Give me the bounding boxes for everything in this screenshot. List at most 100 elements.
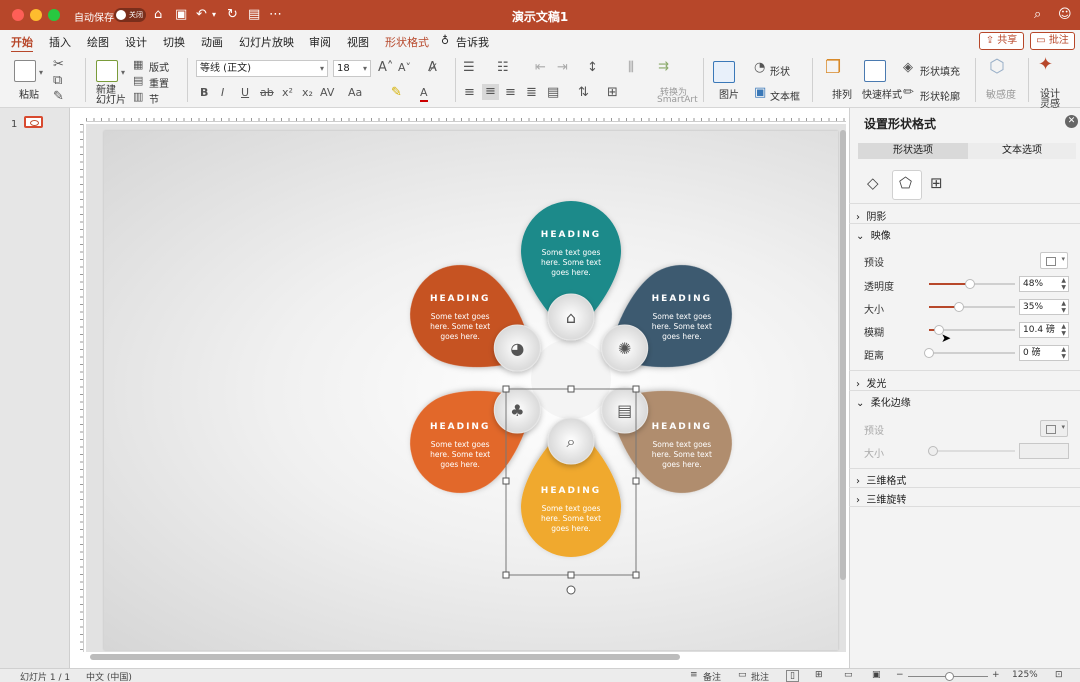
redo-icon[interactable]: ↻ — [227, 7, 238, 23]
tab-shape-format[interactable]: 形状格式 — [385, 34, 429, 50]
section-3d-rotation[interactable]: › 三维旋转 — [856, 491, 1076, 506]
increase-indent-icon[interactable]: ⇥ — [557, 61, 568, 75]
align-left-icon[interactable]: ≡ — [464, 86, 475, 100]
bullets-icon[interactable]: ☰ — [463, 61, 475, 75]
tab-transitions[interactable]: 切换 — [163, 34, 185, 50]
zoom-slider-knob[interactable] — [945, 672, 954, 681]
resize-handle[interactable] — [632, 385, 640, 393]
picture-label[interactable]: 图片 — [719, 86, 739, 101]
shape-icon[interactable]: ◔ — [754, 61, 765, 75]
superscript-icon[interactable]: x² — [282, 86, 293, 100]
align-text-icon[interactable]: ⊞ — [607, 86, 618, 100]
home-icon[interactable]: ⌂ — [154, 7, 162, 23]
resize-handle[interactable] — [632, 571, 640, 579]
shape-label[interactable]: 形状 — [770, 63, 790, 78]
fill-line-icon[interactable]: ◇ — [867, 174, 879, 192]
reset-label[interactable]: 重置 — [149, 75, 169, 90]
save-icon[interactable]: ▣ — [175, 7, 187, 23]
resize-handle[interactable] — [567, 571, 575, 579]
undo-dropdown-icon[interactable]: ▾ — [212, 7, 216, 23]
text-direction-icon[interactable]: ⇅ — [578, 86, 589, 100]
section-shadow[interactable]: › 阴影 — [856, 208, 1076, 223]
section-label[interactable]: 节 — [149, 91, 159, 106]
tab-slideshow[interactable]: 幻灯片放映 — [239, 34, 294, 50]
font-name-select[interactable]: 等线 (正文) ▾ — [196, 60, 328, 77]
tab-design[interactable]: 设计 — [125, 34, 147, 50]
slideshow-view-icon[interactable]: ▣ — [872, 670, 881, 680]
reset-icon[interactable]: ▤ — [133, 74, 143, 88]
new-slide-dropdown-icon[interactable]: ▾ — [121, 68, 125, 77]
slide-sorter-icon[interactable]: ⊞ — [815, 670, 823, 680]
distance-input[interactable]: 0 磅 ▲ ▼ — [1019, 345, 1069, 361]
layout-label[interactable]: 版式 — [149, 59, 169, 74]
slide[interactable]: ⌂ ✺ ▤ ⌕ ♣ ◕ HEADING Some text goes here. Some t… — [104, 0, 838, 650]
start-presentation-icon[interactable]: ▤ — [248, 7, 260, 23]
section-3d-format[interactable]: › 三维格式 — [856, 472, 1076, 487]
new-slide-icon[interactable] — [96, 60, 118, 82]
underline-icon[interactable]: U — [241, 86, 249, 100]
slider-knob[interactable] — [924, 348, 934, 358]
convert-smartart-label-2[interactable]: SmartArt — [657, 95, 698, 105]
zoom-in-icon[interactable]: + — [992, 670, 1000, 680]
tab-view[interactable]: 视图 — [347, 34, 369, 50]
subscript-icon[interactable]: x₂ — [302, 86, 313, 100]
tab-tell-me[interactable]: 告诉我 — [456, 34, 489, 50]
section-icon[interactable]: ▥ — [133, 90, 143, 104]
share-button[interactable]: ⇪ 共享 — [979, 32, 1024, 50]
tab-insert[interactable]: 插入 — [49, 34, 71, 50]
numbering-icon[interactable]: ☷ — [497, 61, 509, 75]
sensitivity-icon[interactable]: ⬡ — [989, 58, 1005, 76]
spinner-icon[interactable]: ▲ ▼ — [1061, 323, 1066, 337]
font-color-icon[interactable]: A — [420, 86, 428, 102]
font-size-select[interactable]: 18 ▾ — [333, 60, 371, 77]
bold-icon[interactable]: B — [200, 86, 208, 100]
notes-button[interactable]: 备注 — [703, 670, 721, 682]
size-properties-icon[interactable]: ⊞ — [930, 174, 943, 192]
increase-font-size-icon[interactable]: A˄ — [378, 61, 393, 75]
copy-icon[interactable]: ⧉ — [53, 74, 62, 88]
size-input[interactable]: 35% ▲ ▼ — [1019, 299, 1069, 315]
change-case-icon[interactable]: Aa — [348, 86, 362, 100]
comment-button[interactable]: ▭ 批注 — [1030, 32, 1075, 50]
comments-button[interactable]: 批注 — [751, 670, 769, 682]
distributed-icon[interactable]: ▤ — [547, 86, 559, 100]
resize-handle[interactable] — [502, 385, 510, 393]
soft-edges-size-slider[interactable] — [928, 446, 1015, 456]
section-reflection[interactable]: ⌄ 映像 — [856, 227, 1076, 242]
normal-view-icon[interactable]: ▯ — [786, 670, 799, 682]
line-spacing-icon[interactable]: ↕ — [587, 61, 598, 75]
spinner-icon[interactable]: ▲ ▼ — [1061, 277, 1066, 291]
soft-edges-size-input[interactable] — [1019, 443, 1069, 459]
transparency-slider[interactable] — [929, 279, 1015, 289]
quick-styles-icon[interactable] — [864, 60, 886, 82]
align-right-icon[interactable]: ≡ — [505, 86, 516, 100]
cut-icon[interactable]: ✂ — [53, 58, 64, 72]
smartart-icon[interactable]: ⇉ — [658, 60, 669, 74]
zoom-out-icon[interactable]: − — [896, 670, 904, 680]
account-icon[interactable]: ☺ — [1058, 7, 1072, 23]
resize-handle[interactable] — [632, 477, 640, 485]
spinner-icon[interactable]: ▲ ▼ — [1061, 346, 1066, 360]
rotate-handle[interactable] — [566, 585, 576, 595]
reading-view-icon[interactable]: ▭ — [844, 670, 853, 680]
close-window-button[interactable] — [12, 9, 24, 21]
tab-home[interactable]: 开始 — [11, 34, 33, 53]
shape-outline-icon[interactable]: ✏ — [903, 86, 914, 100]
fit-to-window-icon[interactable]: ⊡ — [1055, 670, 1063, 680]
reflection-preset-button[interactable] — [1040, 252, 1068, 269]
spinner-icon[interactable]: ▲ ▼ — [1061, 300, 1066, 314]
paste-dropdown-icon[interactable]: ▾ — [39, 68, 43, 77]
zoom-window-button[interactable] — [48, 9, 60, 21]
picture-icon[interactable] — [713, 61, 735, 83]
designer-icon[interactable]: ✦ — [1038, 56, 1053, 74]
tab-review[interactable]: 审阅 — [309, 34, 331, 50]
character-spacing-icon[interactable]: AV — [320, 86, 334, 100]
vertical-scrollbar[interactable] — [840, 130, 846, 580]
shape-outline-label[interactable]: 形状轮廓 — [920, 88, 960, 103]
tab-shape-options[interactable]: 形状选项 — [858, 143, 968, 159]
arrange-label[interactable]: 排列 — [832, 86, 852, 101]
textbox-icon[interactable]: ▣ — [754, 86, 766, 100]
transparency-input[interactable]: 48% ▲ ▼ — [1019, 276, 1069, 292]
columns-icon[interactable]: ⫼ — [628, 61, 634, 75]
shape-fill-icon[interactable]: ◈ — [903, 61, 913, 75]
